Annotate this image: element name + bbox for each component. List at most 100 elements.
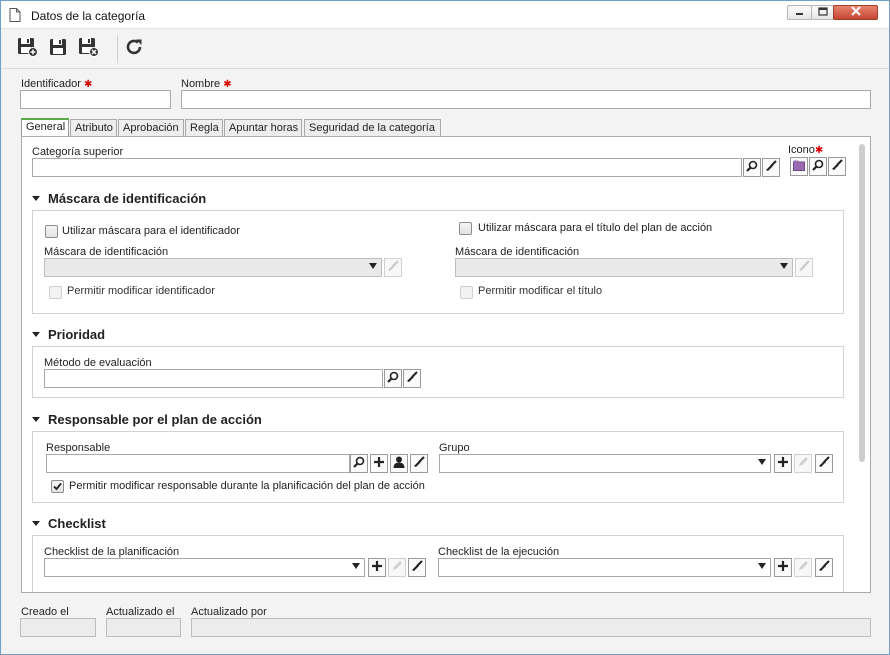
name-input[interactable] [181, 90, 871, 109]
save-icon [47, 36, 69, 61]
chevron-down-icon [758, 459, 766, 465]
tab-rule[interactable]: Regla [185, 119, 223, 136]
created-field [20, 618, 96, 637]
panel-scrollbar[interactable] [858, 141, 866, 591]
parent-category-search-button[interactable] [743, 158, 761, 177]
id-mask-group: Utilizar máscara para el identificador U… [32, 210, 844, 314]
group-add-button[interactable] [774, 454, 792, 473]
chevron-down-icon [758, 563, 766, 569]
evaluation-method-search-button[interactable] [384, 369, 402, 388]
execution-checklist-select[interactable] [438, 558, 771, 577]
evaluation-method-input[interactable] [44, 369, 383, 388]
evaluation-method-clear-button[interactable] [403, 369, 421, 388]
collapse-triangle-icon[interactable] [32, 196, 40, 201]
minimize-button[interactable] [787, 5, 812, 20]
toolbar [1, 29, 889, 69]
priority-section-title[interactable]: Prioridad [48, 327, 105, 342]
plus-icon [372, 561, 382, 574]
search-icon [387, 371, 399, 386]
tab-attribute[interactable]: Atributo [70, 119, 117, 136]
planning-checklist-select[interactable] [44, 558, 365, 577]
scrollbar-thumb[interactable] [859, 144, 865, 462]
responsible-input[interactable] [46, 454, 350, 473]
pencil-icon [797, 560, 809, 575]
parent-category-input[interactable] [32, 158, 742, 177]
updated-field [106, 618, 181, 637]
planning-checklist-label: Checklist de la planificación [44, 546, 180, 558]
checklist-section-title[interactable]: Checklist [48, 516, 106, 531]
parent-category-clear-button[interactable] [762, 158, 780, 177]
refresh-button[interactable] [122, 36, 146, 60]
responsible-user-button[interactable] [390, 454, 408, 473]
allow-modify-title-checkbox[interactable] [460, 286, 473, 299]
updated-label: Actualizado el [106, 606, 175, 618]
search-icon [353, 456, 365, 471]
icon-search-button[interactable] [809, 157, 827, 176]
eraser-icon [765, 160, 777, 175]
id-mask-section-title[interactable]: Máscara de identificación [48, 191, 206, 206]
save-and-new-button[interactable] [15, 36, 39, 60]
required-icon: ✱ [84, 79, 93, 90]
responsible-section-title[interactable]: Responsable por el plan de acción [48, 412, 262, 427]
save-button[interactable] [46, 36, 70, 60]
icon-clear-button[interactable] [828, 157, 846, 176]
use-mask-title-label: Utilizar máscara para el título del plan… [478, 222, 713, 234]
close-icon [850, 6, 861, 19]
responsible-search-button[interactable] [350, 454, 368, 473]
planning-checklist-add-button[interactable] [368, 558, 386, 577]
responsible-add-button[interactable] [370, 454, 388, 473]
tab-general[interactable]: General [21, 118, 69, 136]
mask-left-clear-button[interactable] [384, 258, 402, 277]
parent-category-label: Categoría superior [32, 146, 124, 158]
mask-right-clear-button[interactable] [795, 258, 813, 277]
tab-log-hours[interactable]: Apuntar horas [224, 119, 302, 136]
mask-left-label: Máscara de identificación [44, 246, 169, 258]
responsible-group: Responsable Grupo Permitir modificar res… [32, 431, 844, 503]
use-mask-title-checkbox[interactable] [459, 222, 472, 235]
window-title: Datos de la categoría [31, 9, 146, 23]
evaluation-method-label: Método de evaluación [44, 357, 152, 369]
group-select[interactable] [439, 454, 771, 473]
execution-checklist-clear-button[interactable] [815, 558, 833, 577]
identifier-label: Identificador ✱ [21, 78, 93, 90]
planning-checklist-edit-button[interactable] [388, 558, 406, 577]
minimize-icon [795, 7, 804, 19]
save-and-close-button[interactable] [76, 36, 100, 60]
chevron-down-icon [352, 563, 360, 569]
execution-checklist-edit-button[interactable] [794, 558, 812, 577]
user-icon [393, 456, 405, 471]
group-label: Grupo [439, 442, 470, 454]
search-icon [746, 160, 758, 175]
eraser-icon [798, 260, 810, 275]
tab-approval[interactable]: Aprobación [118, 119, 184, 136]
group-edit-button[interactable] [794, 454, 812, 473]
folder-icon [793, 160, 805, 174]
eraser-icon [413, 456, 425, 471]
maximize-button[interactable] [811, 5, 834, 20]
responsible-label: Responsable [46, 442, 111, 454]
mask-left-select[interactable] [44, 258, 382, 277]
allow-modify-title-label: Permitir modificar el título [478, 285, 603, 297]
maximize-icon [817, 6, 828, 19]
responsible-clear-button[interactable] [410, 454, 428, 473]
mask-right-select[interactable] [455, 258, 793, 277]
eraser-icon [406, 371, 418, 386]
collapse-triangle-icon[interactable] [32, 332, 40, 337]
allow-modify-identifier-checkbox[interactable] [49, 286, 62, 299]
execution-checklist-label: Checklist de la ejecución [438, 546, 560, 558]
identifier-input[interactable] [20, 90, 171, 109]
execution-checklist-add-button[interactable] [774, 558, 792, 577]
icon-preview[interactable] [790, 157, 808, 176]
close-button[interactable] [833, 5, 878, 20]
allow-modify-responsible-checkbox[interactable] [51, 480, 64, 493]
name-label: Nombre ✱ [181, 78, 232, 90]
planning-checklist-clear-button[interactable] [408, 558, 426, 577]
refresh-icon [123, 36, 145, 61]
use-mask-identifier-checkbox[interactable] [45, 225, 58, 238]
save-new-icon [16, 36, 38, 61]
tab-category-security[interactable]: Seguridad de la categoría [304, 119, 441, 136]
group-clear-button[interactable] [815, 454, 833, 473]
collapse-triangle-icon[interactable] [32, 521, 40, 526]
checklist-group: Checklist de la planificación Checklist … [32, 535, 844, 592]
collapse-triangle-icon[interactable] [32, 417, 40, 422]
